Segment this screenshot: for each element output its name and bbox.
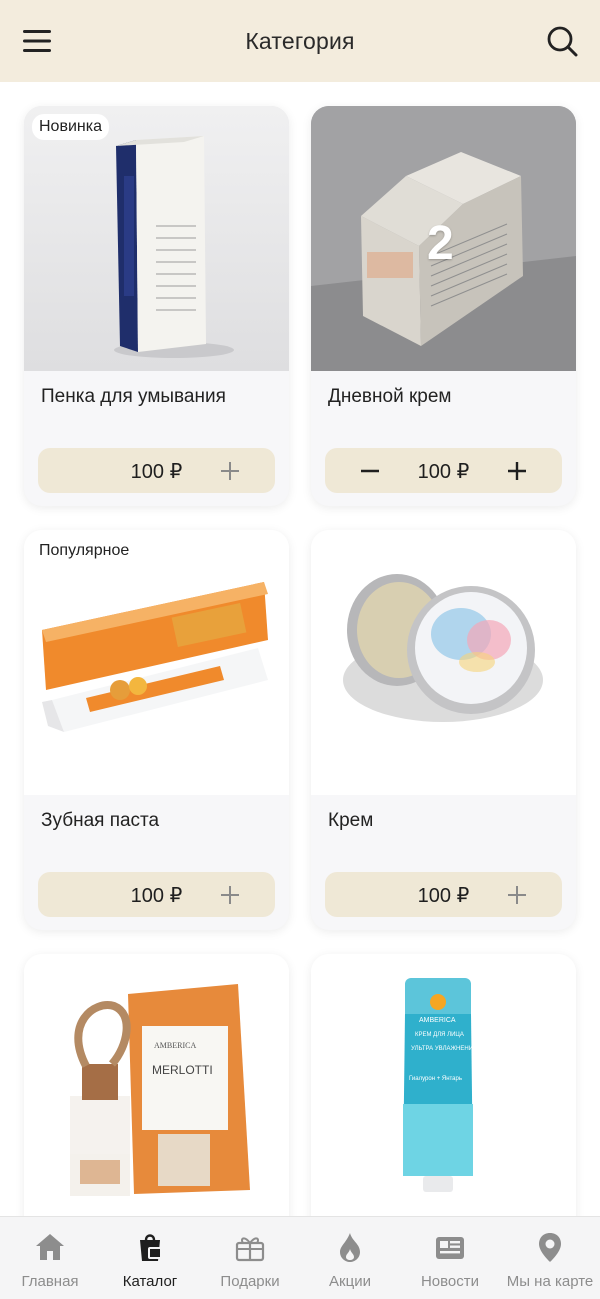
brand-print-2: AMBERICA	[419, 1017, 456, 1024]
add-to-cart-button[interactable]: 100 ₽	[325, 872, 562, 917]
tab-map[interactable]: Мы на карте	[500, 1217, 600, 1299]
product-name: Дневной крем	[328, 386, 452, 407]
home-icon	[36, 1234, 64, 1260]
product-card[interactable]: 2 Дневной крем 100 ₽	[311, 106, 576, 506]
product-image: Новинка	[24, 106, 289, 371]
product-print-1: MERLOTTI	[152, 1063, 213, 1077]
add-to-cart-button[interactable]: 100 ₽	[38, 872, 275, 917]
tab-home[interactable]: Главная	[0, 1217, 100, 1299]
product-image: 2	[311, 106, 576, 371]
tab-news[interactable]: Новости	[400, 1217, 500, 1299]
plus-icon[interactable]	[219, 460, 241, 482]
tab-label: Мы на карте	[506, 1273, 594, 1290]
tab-gifts[interactable]: Подарки	[200, 1217, 300, 1299]
product-print-4: Гиалурон + Янтарь	[409, 1076, 462, 1082]
product-image: AMBERICA КРЕМ ДЛЯ ЛИЦА УЛЬТРА УВЛАЖНЕНИЕ…	[311, 954, 576, 1219]
product-print-3: УЛЬТРА УВЛАЖНЕНИЕ	[411, 1046, 477, 1052]
map-pin-icon	[539, 1233, 561, 1262]
add-to-cart-button[interactable]: 100 ₽	[38, 448, 275, 493]
tab-label: Подарки	[220, 1273, 280, 1290]
cart-quantity-badge: 2	[427, 217, 454, 270]
product-card[interactable]: Популярное Зубная паста 100 ₽	[24, 530, 289, 930]
tab-label: Каталог	[122, 1273, 178, 1290]
product-name: Пенка для умывания	[41, 386, 226, 407]
plus-icon[interactable]	[506, 884, 528, 906]
gift-icon	[235, 1237, 265, 1262]
tab-label: Новости	[420, 1273, 480, 1290]
top-app-bar: Категория	[0, 0, 600, 82]
product-image: AMBERICA MERLOTTI	[24, 954, 289, 1219]
hamburger-menu-icon[interactable]	[22, 26, 52, 56]
quantity-stepper[interactable]: 100 ₽	[325, 448, 562, 493]
bottom-tab-bar: Главная Каталог Подарки Акции Новости Мы…	[0, 1216, 600, 1299]
product-card[interactable]: Крем 100 ₽	[311, 530, 576, 930]
badge-popular: Популярное	[32, 538, 137, 564]
tab-label: Акции	[329, 1273, 371, 1290]
flame-icon	[340, 1233, 360, 1262]
plus-icon[interactable]	[219, 884, 241, 906]
catalog-bag-icon	[140, 1234, 162, 1261]
search-icon[interactable]	[546, 25, 578, 57]
product-name: Крем	[328, 810, 374, 831]
badge-new: Новинка	[32, 114, 109, 140]
brand-print-1: AMBERICA	[154, 1041, 196, 1050]
product-print-2: КРЕМ ДЛЯ ЛИЦА	[415, 1032, 464, 1038]
tab-promotions[interactable]: Акции	[300, 1217, 400, 1299]
news-icon	[436, 1237, 464, 1259]
tab-catalog[interactable]: Каталог	[100, 1217, 200, 1299]
plus-icon[interactable]	[506, 460, 528, 482]
product-card[interactable]: Новинка Пенка для умывания 100 ₽	[24, 106, 289, 506]
product-name: Зубная паста	[41, 810, 160, 831]
product-image	[311, 530, 576, 795]
product-image: Популярное	[24, 530, 289, 795]
tab-label: Главная	[21, 1273, 79, 1290]
page-title: Категория	[245, 27, 355, 54]
